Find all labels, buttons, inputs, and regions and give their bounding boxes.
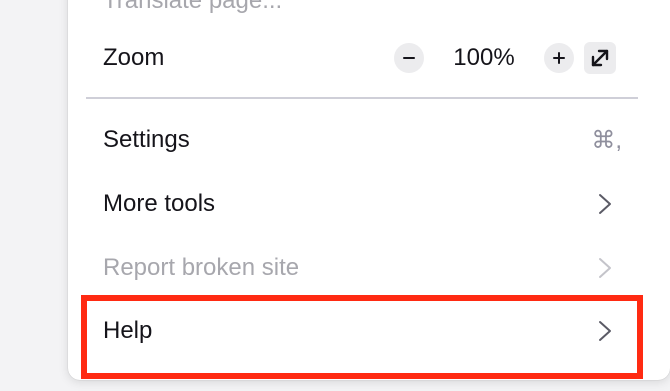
zoom-controls: 100% — [394, 42, 638, 74]
menu-item-more-tools[interactable]: More tools — [86, 176, 638, 232]
menu-item-label: Translate page... — [103, 0, 283, 14]
menu-item-settings[interactable]: Settings ⌘, — [86, 112, 638, 168]
fullscreen-button[interactable] — [584, 42, 616, 74]
menu-divider — [86, 97, 638, 99]
zoom-level[interactable]: 100% — [424, 44, 544, 72]
menu-item-label: Report broken site — [103, 254, 300, 281]
zoom-out-button[interactable] — [394, 43, 424, 73]
menu-item-label: More tools — [103, 190, 216, 217]
menu-item-label: Help — [103, 317, 153, 344]
zoom-label: Zoom — [103, 44, 165, 71]
keyboard-shortcut: ⌘, — [591, 126, 622, 154]
fullscreen-arrows-icon — [591, 49, 609, 67]
chevron-right-icon — [599, 321, 611, 341]
zoom-in-button[interactable] — [544, 43, 574, 73]
menu-item-label: Settings — [103, 126, 190, 153]
menu-item-translate-page[interactable]: Translate page... — [86, 0, 638, 16]
plus-icon — [553, 52, 565, 64]
chevron-right-icon — [599, 194, 611, 214]
chevron-right-icon — [599, 258, 611, 278]
menu-item-report-broken-site[interactable]: Report broken site — [86, 240, 638, 296]
zoom-row: Zoom 100% — [86, 36, 638, 80]
minus-icon — [403, 57, 415, 59]
menu-item-help[interactable]: Help — [86, 303, 638, 359]
